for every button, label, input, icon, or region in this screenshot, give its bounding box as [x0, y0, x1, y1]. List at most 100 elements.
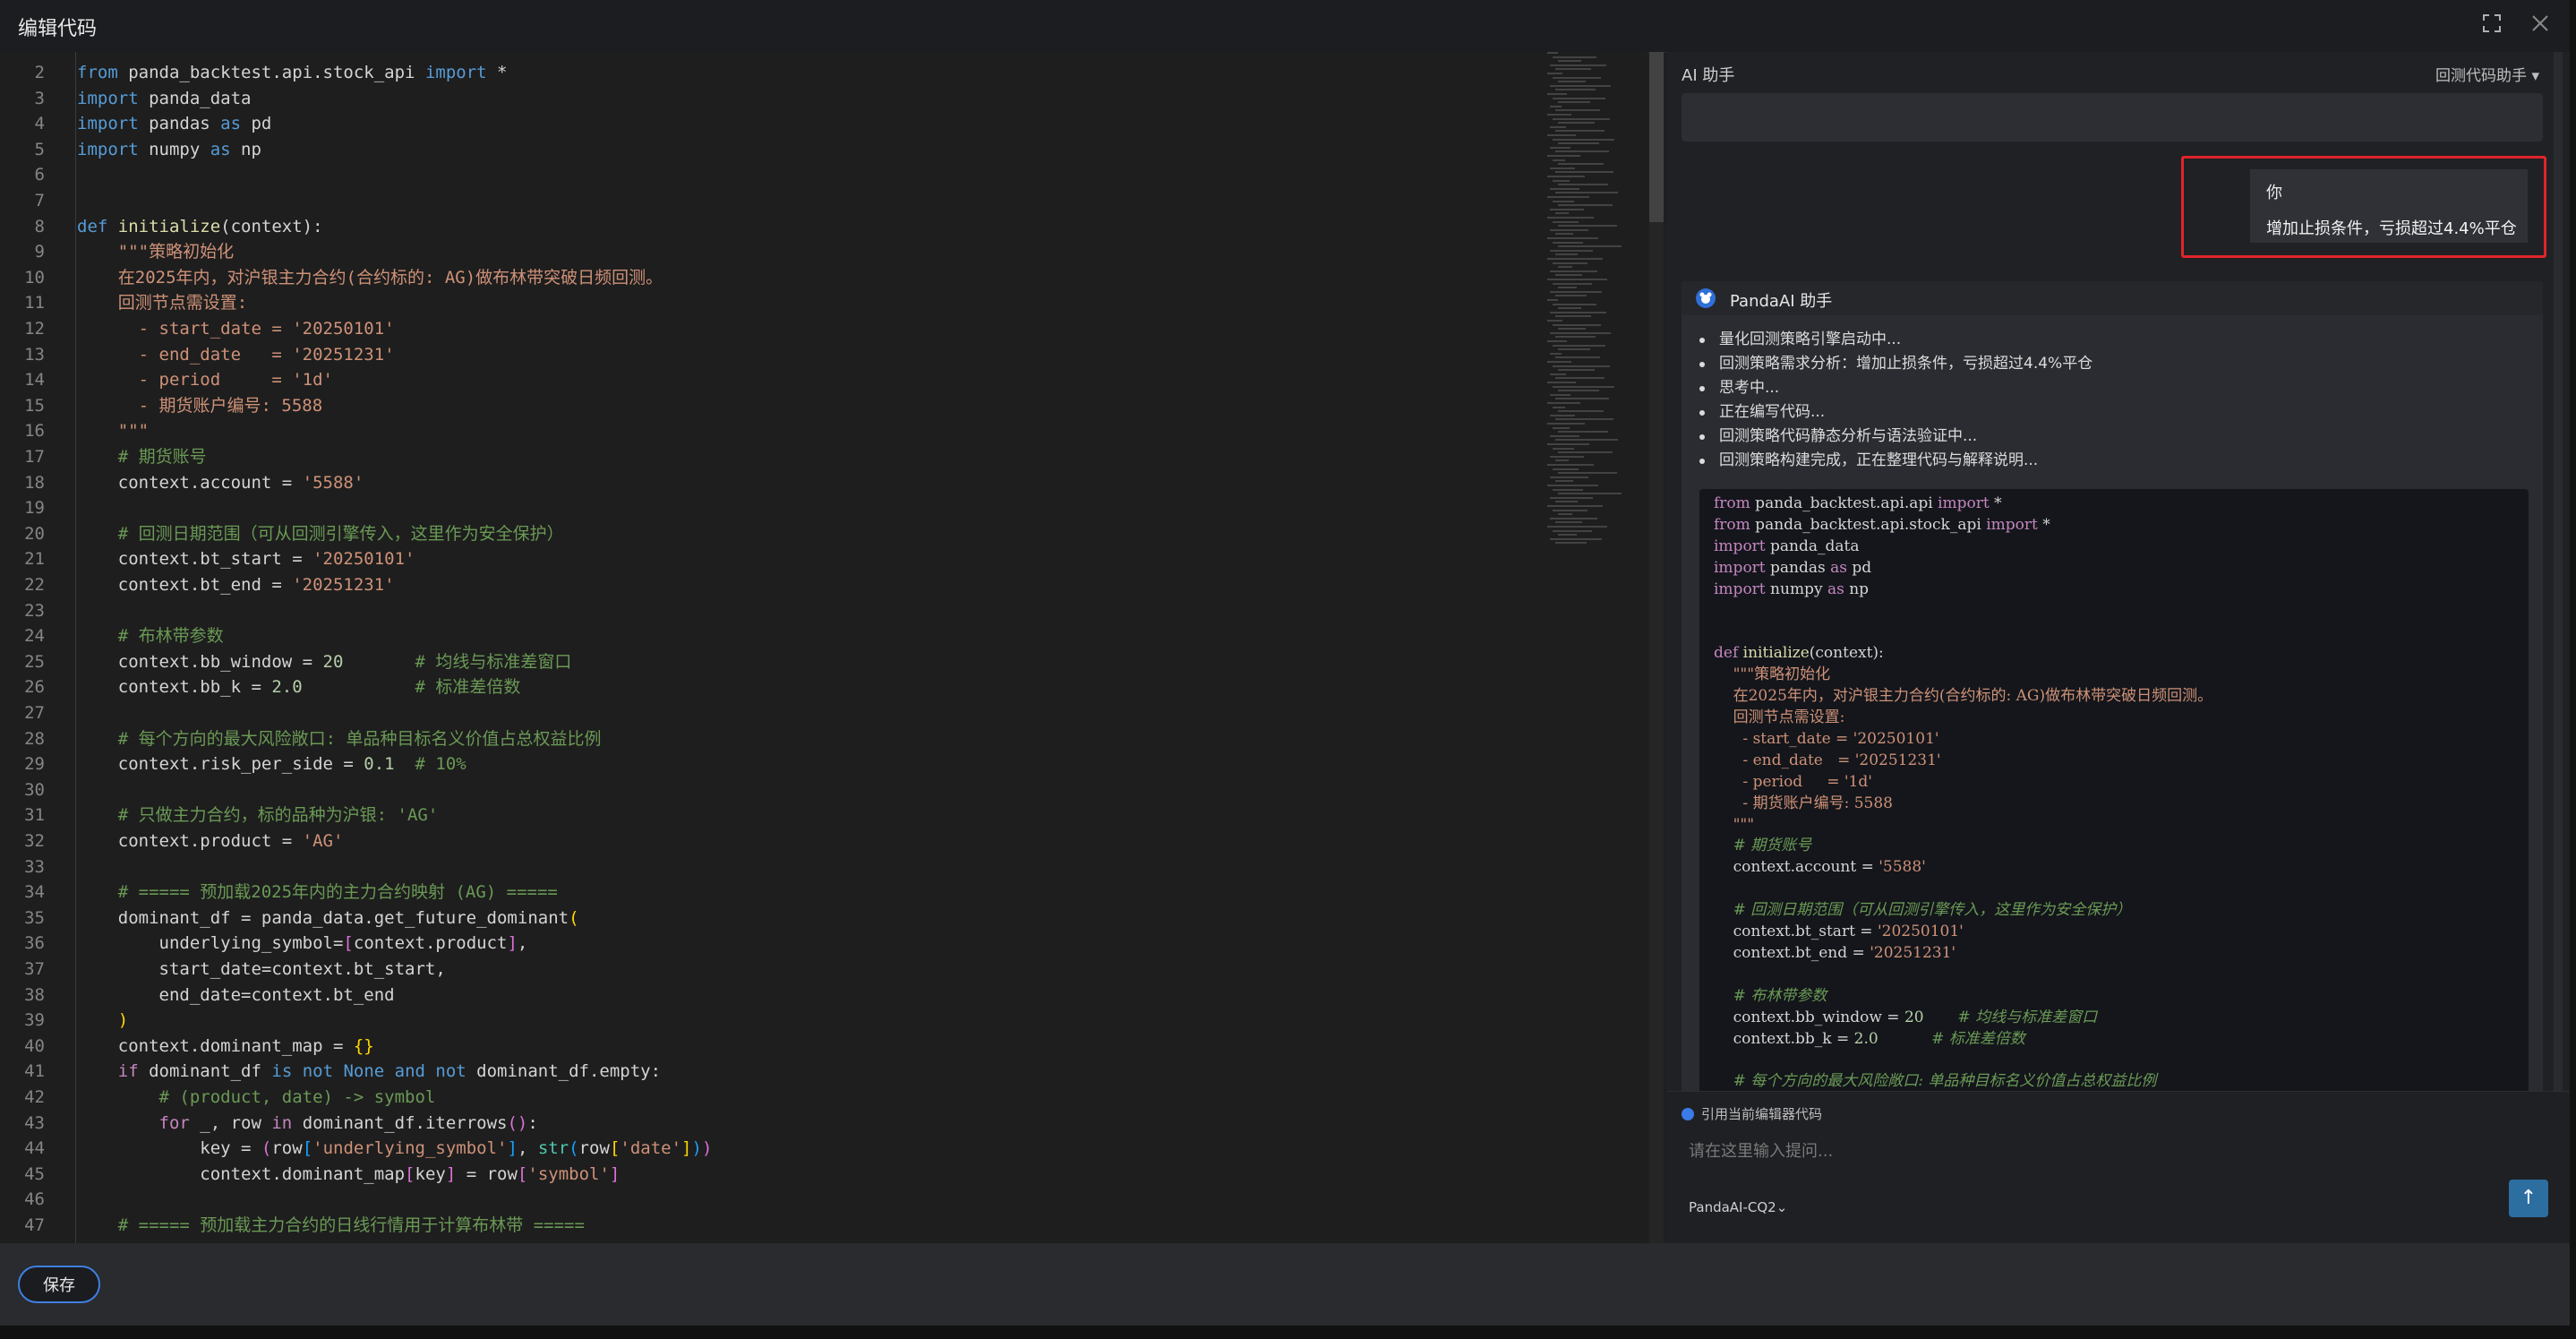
quote-toggle-icon[interactable]	[1682, 1108, 1694, 1120]
minimap-line	[1547, 176, 1585, 177]
code-text: - period = '1d'	[77, 367, 333, 392]
minimap[interactable]	[1544, 52, 1633, 562]
code-line[interactable]: 9 """策略初始化	[0, 239, 1540, 264]
code-line[interactable]: 43 for _, row in dominant_df.iterrows():	[0, 1111, 1540, 1136]
code-line[interactable]: 2 from panda_backtest.api.stock_api impor…	[0, 60, 1540, 85]
code-line[interactable]: 3 import panda_data	[0, 86, 1540, 111]
code-line[interactable]: 16 """	[0, 418, 1540, 443]
code-token: panda_backtest.api.stock_api	[1750, 515, 1987, 534]
minimap-line	[1550, 455, 1584, 458]
code-text: from panda_backtest.api.stock_api import…	[77, 60, 507, 85]
code-line[interactable]: 27	[0, 700, 1540, 725]
code-line[interactable]: 21 context.bt_start = '20250101'	[0, 546, 1540, 571]
line-number: 2	[34, 63, 45, 82]
code-text: for _, row in dominant_df.iterrows():	[77, 1111, 538, 1136]
fullscreen-icon[interactable]	[2478, 13, 2505, 39]
model-select[interactable]: PandaAI-CQ2⌄	[1689, 1199, 1787, 1215]
code-line[interactable]: 10 在2025年内，对沪银主力合约(合约标的: AG)做布林带突破日频回测。	[0, 265, 1540, 290]
code-line[interactable]: 12 - start_date = '20250101'	[0, 316, 1540, 341]
code-line[interactable]: 22 context.bt_end = '20251231'	[0, 572, 1540, 597]
code-line[interactable]: 42 # (product, date) -> symbol	[0, 1085, 1540, 1110]
code-text: dominant_df = panda_data.get_future_domi…	[77, 906, 579, 931]
code-token: import	[77, 114, 139, 134]
quote-editor-label[interactable]: 引用当前编辑器代码	[1701, 1104, 1822, 1123]
code-line[interactable]: 39 )	[0, 1008, 1540, 1033]
code-line[interactable]: 40 context.dominant_map = {}	[0, 1034, 1540, 1059]
code-line[interactable]: 45 context.dominant_map[key] = row['symb…	[0, 1162, 1540, 1187]
code-line[interactable]: 17 # 期货账号	[0, 444, 1540, 469]
code-line[interactable]: 14 - period = '1d'	[0, 367, 1540, 392]
minimap-line	[1553, 529, 1592, 532]
code-line[interactable]: 15 - 期货账户编号: 5588	[0, 393, 1540, 418]
code-line[interactable]: 26 context.bb_k = 2.0 # 标准差倍数	[0, 674, 1540, 700]
code-block-line: - end_date = '20251231'	[1714, 750, 1940, 771]
editor-scrollbar-thumb[interactable]	[1649, 52, 1664, 222]
minimap-line	[1550, 290, 1602, 293]
code-line[interactable]: 24 # 布林带参数	[0, 623, 1540, 648]
line-number: 18	[24, 472, 45, 493]
minimap-line	[1550, 84, 1611, 87]
user-message-text: 增加止损条件，亏损超过4.4%平仓	[2266, 219, 2517, 238]
line-number: 38	[24, 984, 45, 1005]
assistant-name: PandaAI 助手	[1730, 292, 1833, 311]
code-line[interactable]: 4 import pandas as pd	[0, 111, 1540, 136]
close-icon[interactable]	[2527, 13, 2554, 39]
code-token: as	[1827, 579, 1844, 598]
assistant-mode-select[interactable]: 回测代码助手 ▾	[2435, 63, 2539, 85]
code-token: dominant_df.empty:	[466, 1061, 662, 1082]
code-text: underlying_symbol=[context.product],	[77, 931, 528, 956]
chat-input[interactable]	[1687, 1135, 2532, 1167]
code-line[interactable]: 38 end_date=context.bt_end	[0, 983, 1540, 1008]
code-token: import	[1938, 494, 1990, 512]
code-line[interactable]: 7	[0, 188, 1540, 213]
code-text: )	[77, 1008, 128, 1033]
code-line[interactable]: 29 context.risk_per_side = 0.1 # 10%	[0, 751, 1540, 777]
code-line[interactable]: 37 start_date=context.bt_start,	[0, 957, 1540, 982]
code-token: """策略初始化	[1714, 665, 1831, 684]
code-line[interactable]: 33	[0, 854, 1540, 880]
code-line[interactable]: 47 # ===== 预加载主力合约的日线行情用于计算布林带 =====	[0, 1213, 1540, 1238]
code-line[interactable]: 13 - end_date = '20251231'	[0, 342, 1540, 367]
user-name: 你	[2266, 184, 2282, 202]
code-token: # ===== 预加载2025年内的主力合约映射 (AG) =====	[77, 882, 558, 903]
code-line[interactable]: 18 context.account = '5588'	[0, 470, 1540, 495]
send-button[interactable]: ↑	[2509, 1180, 2548, 1217]
code-line[interactable]: 23	[0, 598, 1540, 623]
code-line[interactable]: 34 # ===== 预加载2025年内的主力合约映射 (AG) =====	[0, 880, 1540, 905]
minimap-line	[1553, 406, 1565, 408]
code-line[interactable]: 31 # 只做主力合约，标的品种为沪银: 'AG'	[0, 803, 1540, 828]
code-block-line: # 每个方向的最大风险敞口: 单品种目标名义价值占总权益比例	[1714, 1070, 2157, 1092]
panel-scrollbar[interactable]	[2554, 52, 2563, 1100]
line-number: 11	[24, 293, 45, 313]
code-editor[interactable]: 2 from panda_backtest.api.stock_api impor…	[0, 52, 1647, 1243]
code-line[interactable]: 30	[0, 777, 1540, 803]
code-line[interactable]: 8 def initialize(context):	[0, 214, 1540, 239]
code-token: ()	[507, 1112, 528, 1133]
code-line[interactable]: 41 if dominant_df is not None and not do…	[0, 1059, 1540, 1084]
generated-code-block[interactable]: from panda_backtest.api.api import * from…	[1699, 489, 2529, 1150]
edit-code-modal: 编辑代码 2 from panda_backtest.api.stock_api …	[0, 0, 2570, 1326]
code-block-line: from panda_backtest.api.stock_api import…	[1714, 514, 2050, 536]
minimap-line	[1553, 385, 1614, 388]
code-line[interactable]: 36 underlying_symbol=[context.product],	[0, 931, 1540, 956]
save-button[interactable]: 保存	[18, 1266, 100, 1303]
minimap-line	[1553, 447, 1574, 450]
assistant-mode-label: 回测代码助手	[2435, 67, 2528, 85]
code-token: panda_data	[138, 88, 252, 108]
code-token: key =	[77, 1138, 261, 1159]
code-line[interactable]: 28 # 每个方向的最大风险敞口: 单品种目标名义价值占总权益比例	[0, 726, 1540, 751]
code-line[interactable]: 11 回测节点需设置:	[0, 290, 1540, 315]
code-line[interactable]: 32 context.product = 'AG'	[0, 828, 1540, 854]
code-line[interactable]: 44 key = (row['underlying_symbol'], str(…	[0, 1136, 1540, 1161]
code-line[interactable]: 20 # 回测日期范围（可从回测引擎传入，这里作为安全保护）	[0, 521, 1540, 546]
code-line[interactable]: 19	[0, 495, 1540, 520]
code-line[interactable]: 35 dominant_df = panda_data.get_future_d…	[0, 906, 1540, 931]
minimap-line	[1558, 307, 1581, 310]
code-line[interactable]: 5 import numpy as np	[0, 137, 1540, 162]
code-line[interactable]: 46	[0, 1187, 1540, 1212]
code-block-line: import pandas as pd	[1714, 557, 1871, 579]
minimap-line	[1558, 451, 1613, 454]
editor-scrollbar[interactable]	[1649, 52, 1664, 1243]
code-line[interactable]: 25 context.bb_window = 20 # 均线与标准差窗口	[0, 649, 1540, 674]
code-line[interactable]: 6	[0, 162, 1540, 187]
